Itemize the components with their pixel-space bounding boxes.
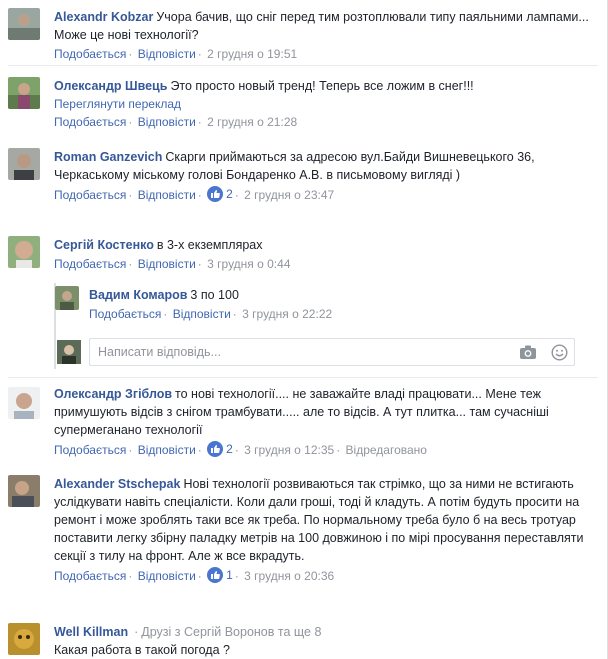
thumbs-up-icon xyxy=(207,441,224,457)
comment-text: 3 по 100 xyxy=(190,288,239,302)
mutual-friends-label[interactable]: Друзі з Сергій Воронов та ще 8 xyxy=(141,625,321,639)
reply-link[interactable]: Відповісти xyxy=(138,115,196,129)
see-translation-link[interactable]: Переглянути переклад xyxy=(54,96,598,112)
separator: · xyxy=(234,569,239,583)
divider xyxy=(8,377,598,378)
separator: · xyxy=(128,188,133,202)
separator: · xyxy=(234,188,239,202)
reply-link[interactable]: Відповісти xyxy=(138,569,196,583)
separator: · xyxy=(128,443,133,457)
like-count-value: 1 xyxy=(226,568,233,582)
like-link[interactable]: Подобається xyxy=(89,307,161,321)
like-count[interactable]: 1 xyxy=(207,567,233,583)
reply-composer-avatar xyxy=(57,340,81,364)
separator: · xyxy=(128,569,133,583)
comment-author[interactable]: Вадим Комаров xyxy=(89,288,187,302)
comment-author[interactable]: Roman Ganzevich xyxy=(54,150,162,164)
separator: · xyxy=(128,47,133,61)
comment-text: Это просто новый тренд! Теперь все ложим… xyxy=(170,79,474,93)
comment: Сергій Костенко в 3-х екземплярах Подобає… xyxy=(8,236,598,276)
comment-author[interactable]: Alexandr Kobzar xyxy=(54,10,153,24)
comment-timestamp[interactable]: 3 грудня о 12:35 xyxy=(244,443,334,457)
comment-timestamp[interactable]: 3 грудня о 20:36 xyxy=(244,569,334,583)
reply-input-box[interactable] xyxy=(89,338,575,366)
comment: Well Killman · Друзі з Сергій Воронов та щ… xyxy=(8,623,598,659)
like-link[interactable]: Подобається xyxy=(54,257,126,271)
separator: · xyxy=(134,625,139,639)
reply-link[interactable]: Відповісти xyxy=(173,307,231,321)
separator: · xyxy=(128,257,133,271)
separator: · xyxy=(197,47,202,61)
separator: · xyxy=(163,307,168,321)
avatar[interactable] xyxy=(8,387,40,419)
like-link[interactable]: Подобається xyxy=(54,188,126,202)
avatar[interactable] xyxy=(8,148,40,180)
reply-link[interactable]: Відповісти xyxy=(138,47,196,61)
comment-timestamp[interactable]: 3 грудня о 22:22 xyxy=(242,307,332,321)
like-link[interactable]: Подобається xyxy=(54,47,126,61)
avatar[interactable] xyxy=(8,77,40,109)
separator: · xyxy=(197,443,202,457)
like-count-value: 2 xyxy=(226,442,233,456)
avatar[interactable] xyxy=(8,236,40,268)
avatar[interactable] xyxy=(55,286,79,310)
thumbs-up-icon xyxy=(207,186,224,202)
reply-link[interactable]: Відповісти xyxy=(138,443,196,457)
comment: Roman Ganzevich Скарги приймаються за адр… xyxy=(8,148,598,226)
like-count[interactable]: 2 xyxy=(207,441,233,457)
reply-link[interactable]: Відповісти xyxy=(138,257,196,271)
comment-text: Какая работа в такой погода ? xyxy=(54,643,230,657)
comment-author[interactable]: Олександр Швець xyxy=(54,79,167,93)
like-count-value: 2 xyxy=(226,187,233,201)
like-count[interactable]: 2 xyxy=(207,186,233,202)
separator: · xyxy=(197,569,202,583)
divider xyxy=(8,65,598,66)
comment: Олександр Швець Это просто новый тренд! Т… xyxy=(8,77,598,137)
separator: · xyxy=(336,443,341,457)
comment-timestamp[interactable]: 2 грудня о 23:47 xyxy=(244,188,334,202)
comment-author[interactable]: Alexander Stschepak xyxy=(54,477,180,491)
like-link[interactable]: Подобається xyxy=(54,569,126,583)
comment-timestamp[interactable]: 2 грудня о 21:28 xyxy=(207,115,297,129)
reply-input[interactable] xyxy=(98,345,498,359)
reply-link[interactable]: Відповісти xyxy=(138,188,196,202)
avatar[interactable] xyxy=(8,475,40,507)
separator: · xyxy=(197,257,202,271)
comment-author[interactable]: Сергій Костенко xyxy=(54,238,154,252)
separator: · xyxy=(197,188,202,202)
like-link[interactable]: Подобається xyxy=(54,115,126,129)
comment-text: в 3-х екземплярах xyxy=(156,238,263,252)
emoji-icon[interactable] xyxy=(551,344,568,364)
like-link[interactable]: Подобається xyxy=(54,443,126,457)
avatar[interactable] xyxy=(8,8,40,40)
separator: · xyxy=(232,307,237,321)
comment-timestamp[interactable]: 2 грудня о 19:51 xyxy=(207,47,297,61)
separator: · xyxy=(197,115,202,129)
reply-comment: Вадим Комаров 3 по 100 Подобається · Відпо… xyxy=(55,286,595,326)
comment-timestamp[interactable]: 3 грудня о 0:44 xyxy=(207,257,290,271)
comment: Олександр Згіблов то нові технології.... … xyxy=(8,385,598,465)
edited-label[interactable]: Відредаговано xyxy=(346,443,427,457)
avatar[interactable] xyxy=(8,623,40,655)
separator: · xyxy=(128,115,133,129)
thumbs-up-icon xyxy=(207,567,224,583)
comment-author[interactable]: Олександр Згіблов xyxy=(54,387,172,401)
comment-author[interactable]: Well Killman xyxy=(54,625,128,639)
camera-icon[interactable] xyxy=(519,344,537,364)
comment: Alexander Stschepak Нові технології розви… xyxy=(8,475,598,613)
separator: · xyxy=(234,443,239,457)
comment: Alexandr Kobzar Учора бачив, що сніг пере… xyxy=(8,8,598,61)
